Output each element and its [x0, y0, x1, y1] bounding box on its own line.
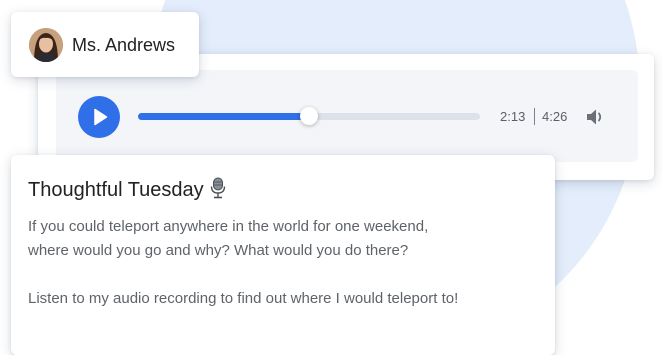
play-icon — [94, 108, 108, 126]
post-card: Thoughtful Tuesday If you could teleport… — [11, 155, 555, 355]
progress-handle[interactable] — [300, 107, 318, 125]
total-time: 4:26 — [542, 109, 568, 124]
teacher-name: Ms. Andrews — [72, 35, 176, 55]
post-title: Thoughtful Tuesday — [28, 179, 204, 201]
post-prompt-line-1: If you could teleport anywhere in the wo… — [28, 218, 429, 235]
teacher-card: Ms. Andrews — [11, 12, 199, 77]
time-divider — [534, 108, 535, 125]
post-body: If you could teleport anywhere in the wo… — [28, 215, 548, 311]
post-instruction: Listen to my audio recording to find out… — [28, 290, 459, 307]
progress-bar[interactable] — [138, 107, 480, 125]
volume-icon — [587, 109, 602, 125]
current-time: 2:13 — [500, 109, 526, 124]
avatar — [29, 28, 63, 62]
audio-player: 2:13 4:26 — [56, 70, 638, 162]
teacher-avatar-icon — [29, 28, 63, 62]
microphone-icon — [210, 177, 226, 205]
play-button[interactable] — [78, 96, 120, 138]
post-prompt-line-2: where would you go and why? What would y… — [28, 242, 409, 259]
post-prompt: If you could teleport anywhere in the wo… — [28, 215, 548, 263]
volume-button[interactable] — [584, 106, 606, 128]
post-title-row: Thoughtful Tuesday — [28, 177, 226, 205]
progress-fill — [138, 113, 309, 120]
